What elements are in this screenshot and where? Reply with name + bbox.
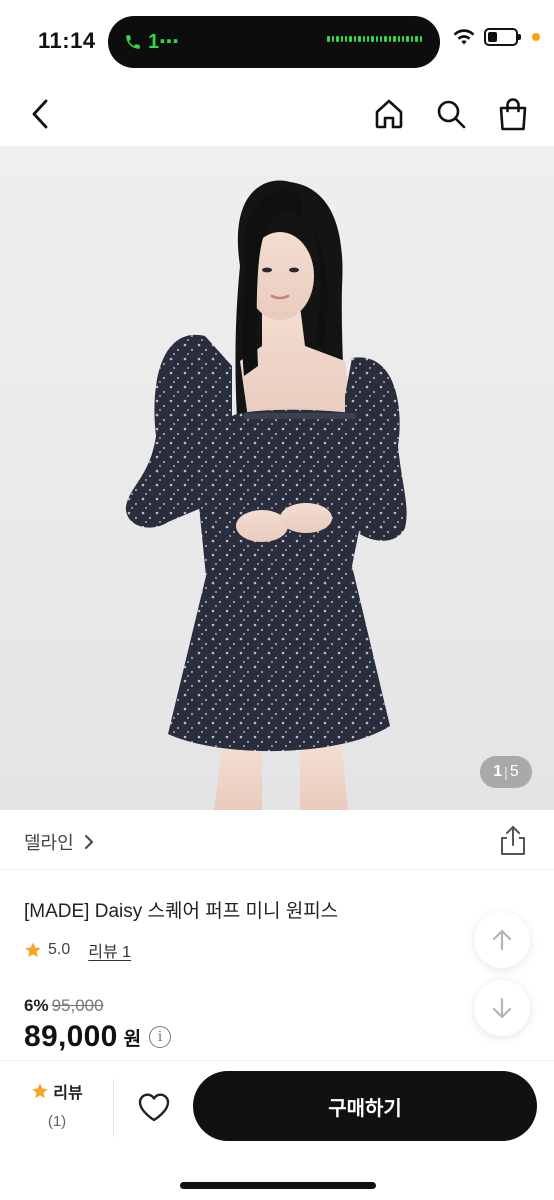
search-button[interactable] [432, 94, 470, 134]
phone-icon [126, 34, 140, 49]
status-right [452, 28, 540, 46]
price-row: 89,000 원 i [24, 1020, 172, 1054]
original-price: 95,000 [51, 996, 104, 1015]
product-image[interactable]: 1 | 5 [0, 146, 554, 810]
wifi-icon [453, 29, 475, 45]
brand-link[interactable]: 델라인 [24, 829, 94, 855]
brand-row: 델라인 [0, 810, 554, 870]
brand-name: 델라인 [24, 833, 74, 853]
share-button[interactable] [498, 824, 528, 856]
share-icon [501, 826, 525, 855]
status-bar: 11:14 1⋯ [0, 0, 554, 80]
current-image-index: 1 [493, 763, 503, 780]
battery-level [488, 32, 497, 42]
review-tab-header: 리뷰 [22, 1079, 92, 1103]
scroll-top-button[interactable] [474, 912, 530, 968]
review-link[interactable]: 리뷰 1 [88, 938, 131, 962]
sale-price: 89,000 [24, 1020, 118, 1053]
home-indicator [180, 1182, 376, 1189]
star-icon [25, 942, 41, 958]
total-image-count: 5 [509, 763, 519, 780]
home-icon [375, 99, 403, 129]
home-button[interactable] [370, 94, 408, 134]
chevron-right-icon [84, 835, 93, 849]
dynamic-island[interactable]: 1⋯ [108, 16, 440, 68]
call-indicator: 1⋯ [124, 29, 179, 54]
shopping-bag-icon [499, 98, 527, 131]
battery-icon [484, 28, 521, 46]
review-tab-button[interactable]: 리뷰 (1) [22, 1079, 92, 1143]
discount-rate: 6% [24, 996, 49, 1015]
rating-score: 5.0 [48, 941, 71, 958]
audio-wave-icon [327, 36, 422, 42]
arrow-up-icon [492, 929, 512, 951]
review-tab-label: 리뷰 [53, 1085, 83, 1102]
divider [113, 1079, 114, 1137]
image-page-counter: 1 | 5 [480, 756, 532, 788]
back-button[interactable] [22, 94, 58, 134]
page-separator: | [504, 764, 508, 780]
review-tab-count: (1) [47, 1113, 67, 1130]
nav-bar [0, 80, 554, 146]
search-icon [437, 100, 466, 129]
status-time: 11:14 [38, 28, 96, 53]
privacy-indicator-dot [532, 33, 540, 41]
currency-unit: 원 [123, 1028, 142, 1050]
cart-button[interactable] [494, 94, 532, 134]
like-button[interactable] [134, 1087, 174, 1127]
price-info-icon[interactable]: i [149, 1026, 172, 1048]
bottom-action-bar: 리뷰 (1) 구매하기 [0, 1060, 554, 1200]
nav-actions [370, 94, 532, 134]
discount-row: 6% 95,000 [24, 996, 104, 1016]
rating-row: 5.0 리뷰 1 [24, 938, 131, 962]
call-timer: 1⋯ [148, 31, 180, 53]
arrow-down-icon [492, 997, 512, 1019]
star-icon [32, 1083, 48, 1099]
product-photo [125, 180, 407, 810]
heart-icon [138, 1093, 170, 1122]
product-title: [MADE] Daisy 스퀘어 퍼프 미니 원피스 [24, 901, 339, 922]
buy-button[interactable]: 구매하기 [193, 1071, 537, 1141]
chevron-left-icon [32, 99, 48, 129]
scroll-bottom-button[interactable] [474, 980, 530, 1036]
